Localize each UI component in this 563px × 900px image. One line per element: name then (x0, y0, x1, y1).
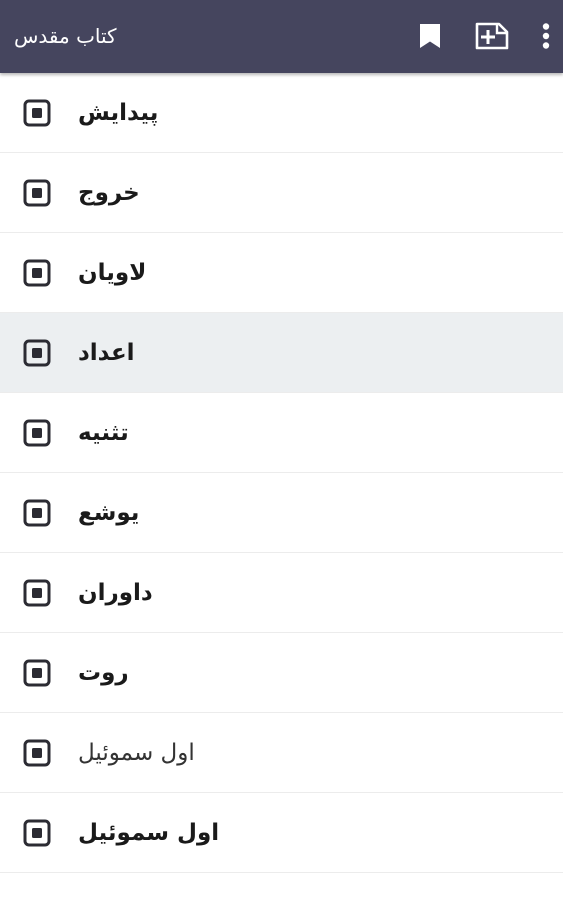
book-item-leviticus[interactable]: لاویان (0, 233, 563, 313)
book-label: پیدایش (78, 100, 159, 126)
book-item-numbers[interactable]: اعداد (0, 313, 563, 393)
book-square-icon (23, 739, 51, 767)
book-label: لاویان (78, 260, 147, 286)
book-square-icon (23, 179, 51, 207)
book-square-icon (23, 819, 51, 847)
book-item-deuteronomy[interactable]: تثنیه (0, 393, 563, 473)
book-item-1-samuel-2[interactable]: اول سموئیل (0, 793, 563, 873)
book-label: اول سموئیل (78, 740, 195, 766)
book-label: خروج (78, 180, 140, 206)
book-square-icon (23, 499, 51, 527)
book-item-1-samuel[interactable]: اول سموئیل (0, 713, 563, 793)
book-label: اعداد (78, 340, 135, 366)
app-title: کتاب مقدس (14, 24, 117, 48)
note-add-icon (475, 22, 509, 50)
book-square-icon (23, 339, 51, 367)
book-item-ruth[interactable]: روت (0, 633, 563, 713)
book-label: اول سموئیل (78, 820, 220, 846)
more-options-button[interactable] (526, 14, 563, 58)
book-label: تثنیه (78, 420, 129, 446)
bookmark-icon (420, 24, 440, 48)
book-square-icon (23, 259, 51, 287)
more-vertical-icon (542, 23, 550, 49)
book-label: داوران (78, 580, 153, 606)
book-label: روت (78, 660, 129, 686)
list-item-partial[interactable] (0, 873, 563, 900)
book-list: پیدایش خروج لاویان اعداد تثنیه یوشع داور… (0, 73, 563, 900)
app-toolbar: کتاب مقدس (0, 0, 563, 73)
book-label: یوشع (78, 500, 140, 526)
book-item-genesis[interactable]: پیدایش (0, 73, 563, 153)
book-square-icon (23, 659, 51, 687)
book-square-icon (23, 579, 51, 607)
book-square-icon (23, 99, 51, 127)
book-item-judges[interactable]: داوران (0, 553, 563, 633)
book-item-exodus[interactable]: خروج (0, 153, 563, 233)
book-square-icon (23, 419, 51, 447)
book-item-joshua[interactable]: یوشع (0, 473, 563, 553)
app-window: کتاب مقدس پیدایش خروج لاویان اعداد تثنیه… (0, 0, 563, 900)
add-note-button[interactable] (470, 14, 514, 58)
bookmark-button[interactable] (408, 14, 452, 58)
